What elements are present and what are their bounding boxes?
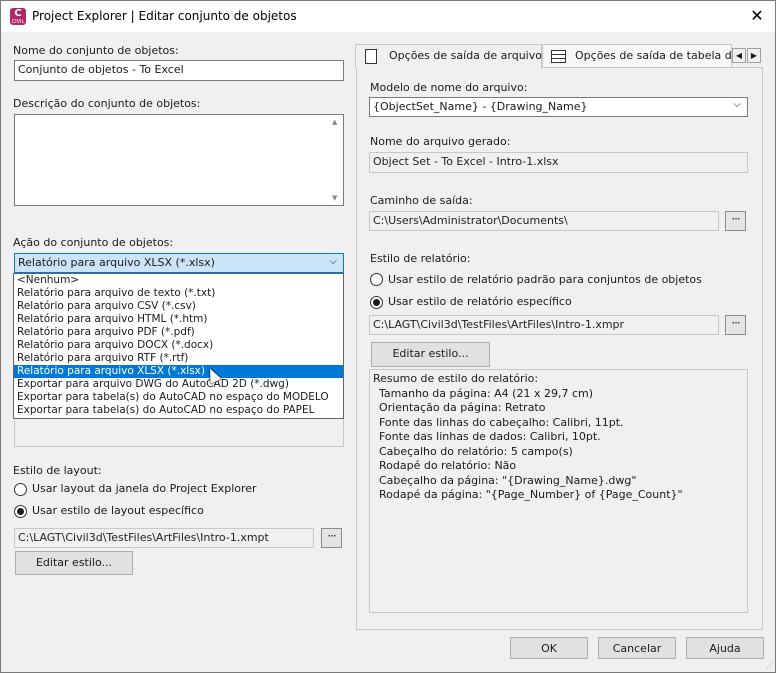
document-icon <box>365 49 377 64</box>
cancel-button[interactable]: Cancelar <box>598 637 676 659</box>
object-set-action-combo[interactable]: Relatório para arquivo XLSX (*.xlsx) ⌵ <box>14 253 344 273</box>
report-style-path-field: C:\LAGT\Civil3d\TestFiles\ArtFiles\Intro… <box>369 315 719 335</box>
dropdown-option[interactable]: Relatório para arquivo RTF (*.rtf) <box>14 352 343 365</box>
output-path-field: C:\Users\Administrator\Documents\ <box>369 211 719 231</box>
filename-template-value: {ObjectSet_Name} - {Drawing_Name} <box>373 100 588 113</box>
filename-template-combo[interactable]: {ObjectSet_Name} - {Drawing_Name} ⌵ <box>369 97 748 117</box>
chevron-down-icon[interactable]: ⌵ <box>733 99 741 110</box>
report-style-summary: Resumo de estilo do relatório: Tamanho d… <box>369 369 748 613</box>
chevron-down-icon[interactable]: ⌵ <box>329 256 337 267</box>
object-set-name-label: Nome do conjunto de objetos: <box>13 44 179 57</box>
layout-radio-specific[interactable] <box>14 505 27 518</box>
dropdown-option[interactable]: Relatório para arquivo CSV (*.csv) <box>14 300 343 313</box>
generated-filename-field: Object Set - To Excel - Intro-1.xlsx <box>369 152 748 173</box>
tab-file-output-options[interactable]: Opções de saída de arquivo <box>355 44 542 69</box>
summary-line: Rodapé do relatório: Não <box>379 459 517 472</box>
report-radio-default[interactable] <box>370 273 383 286</box>
layout-browse-button[interactable]: ··· <box>321 528 342 548</box>
layout-style-path-field: C:\LAGT\Civil3d\TestFiles\ArtFiles\Intro… <box>14 528 314 548</box>
filename-template-label: Modelo de nome do arquivo: <box>370 81 528 94</box>
window-title: Project Explorer | Editar conjunto de ob… <box>32 9 297 23</box>
summary-line: Orientação da página: Retrato <box>379 401 546 414</box>
object-set-name-input[interactable]: Conjunto de objetos - To Excel <box>14 60 344 81</box>
tab-table-output-options[interactable]: Opções de saída de tabela do <box>542 44 732 68</box>
description-scrollbar[interactable]: ▲ ▼ <box>329 115 343 205</box>
report-radio-default-label[interactable]: Usar estilo de relatório padrão para con… <box>388 273 702 286</box>
dropdown-option[interactable]: Relatório para arquivo HTML (*.htm) <box>14 313 343 326</box>
output-path-browse-button[interactable]: ··· <box>725 211 746 231</box>
scroll-down-icon[interactable]: ▼ <box>332 194 337 202</box>
layout-radio-explorer[interactable] <box>14 483 27 496</box>
object-set-action-label: Ação do conjunto de objetos: <box>13 236 174 249</box>
summary-line: Tamanho da página: A4 (21 x 29,7 cm) <box>379 386 594 400</box>
object-set-description-label: Descrição do conjunto de objetos: <box>13 97 201 110</box>
dropdown-option[interactable]: Exportar para tabela(s) do AutoCAD no es… <box>14 404 343 417</box>
generated-filename-label: Nome do arquivo gerado: <box>370 135 511 148</box>
title-bar: C CIVIL Project Explorer | Editar conjunt… <box>1 1 775 32</box>
report-edit-style-button[interactable]: Editar estilo... <box>371 342 490 367</box>
close-icon[interactable]: ✕ <box>747 5 767 27</box>
summary-line: Cabeçalho do relatório: 5 campo(s) <box>379 444 573 458</box>
summary-line: Fonte das linhas do cabeçalho: Calibri, … <box>379 415 624 429</box>
layout-style-label: Estilo de layout: <box>13 464 102 477</box>
dropdown-option[interactable]: Relatório para arquivo PDF (*.pdf) <box>14 326 343 339</box>
ok-button[interactable]: OK <box>510 637 588 659</box>
dropdown-option[interactable]: Relatório para arquivo DOCX (*.docx) <box>14 339 343 352</box>
tab-scroll-arrows: ◀ ▶ <box>732 48 762 64</box>
object-set-action-dropdown-list[interactable]: <Nenhum> Relatório para arquivo de texto … <box>13 273 344 419</box>
report-style-label: Estilo de relatório: <box>370 252 471 265</box>
layout-radio-specific-label[interactable]: Usar estilo de layout específico <box>32 504 204 517</box>
layout-edit-style-button[interactable]: Editar estilo... <box>15 551 133 575</box>
dropdown-option[interactable]: Exportar para tabela(s) do AutoCAD no es… <box>14 391 343 404</box>
dialog-window: C CIVIL Project Explorer | Editar conjunt… <box>0 0 776 673</box>
summary-line: Cabeçalho da página: "{Drawing_Name}.dwg… <box>379 473 637 487</box>
dropdown-option[interactable]: Relatório para arquivo XLSX (*.xlsx) <box>14 365 343 378</box>
scroll-up-icon[interactable]: ▲ <box>332 118 337 126</box>
report-radio-specific[interactable] <box>370 296 383 309</box>
action-options-area <box>14 419 344 447</box>
tab-scroll-left-icon[interactable]: ◀ <box>732 48 746 63</box>
dropdown-option[interactable]: Exportar para arquivo DWG do AutoCAD 2D … <box>14 378 343 391</box>
report-radio-specific-label[interactable]: Usar estilo de relatório específico <box>388 295 572 308</box>
summary-line: Rodapé da página: "{Page_Number} of {Pag… <box>379 488 683 501</box>
report-style-browse-button[interactable]: ··· <box>725 315 746 335</box>
tab-scroll-right-icon[interactable]: ▶ <box>747 48 761 63</box>
civil3d-app-icon: C CIVIL <box>10 8 26 25</box>
tab-table-output-label: Opções de saída de tabela do <box>575 49 732 62</box>
action-selected-value: Relatório para arquivo XLSX (*.xlsx) <box>18 256 215 269</box>
table-icon <box>551 50 566 63</box>
object-set-description-textarea[interactable]: ▲ ▼ <box>14 114 344 206</box>
resize-grip-icon[interactable]: ⋰ <box>766 661 774 670</box>
layout-radio-explorer-label[interactable]: Usar layout da janela do Project Explore… <box>32 482 257 495</box>
help-button[interactable]: Ajuda <box>686 637 764 659</box>
tab-file-output-label: Opções de saída de arquivo <box>389 49 542 62</box>
summary-title: Resumo de estilo do relatório: <box>373 372 539 385</box>
summary-lines: Tamanho da página: A4 (21 x 29,7 cm) Orie… <box>373 387 744 503</box>
summary-line: Fonte das linhas de dados: Calibri, 10pt… <box>379 430 601 443</box>
output-path-label: Caminho de saída: <box>370 194 473 207</box>
dropdown-option[interactable]: <Nenhum> <box>14 274 343 287</box>
dropdown-option[interactable]: Relatório para arquivo de texto (*.txt) <box>14 287 343 300</box>
